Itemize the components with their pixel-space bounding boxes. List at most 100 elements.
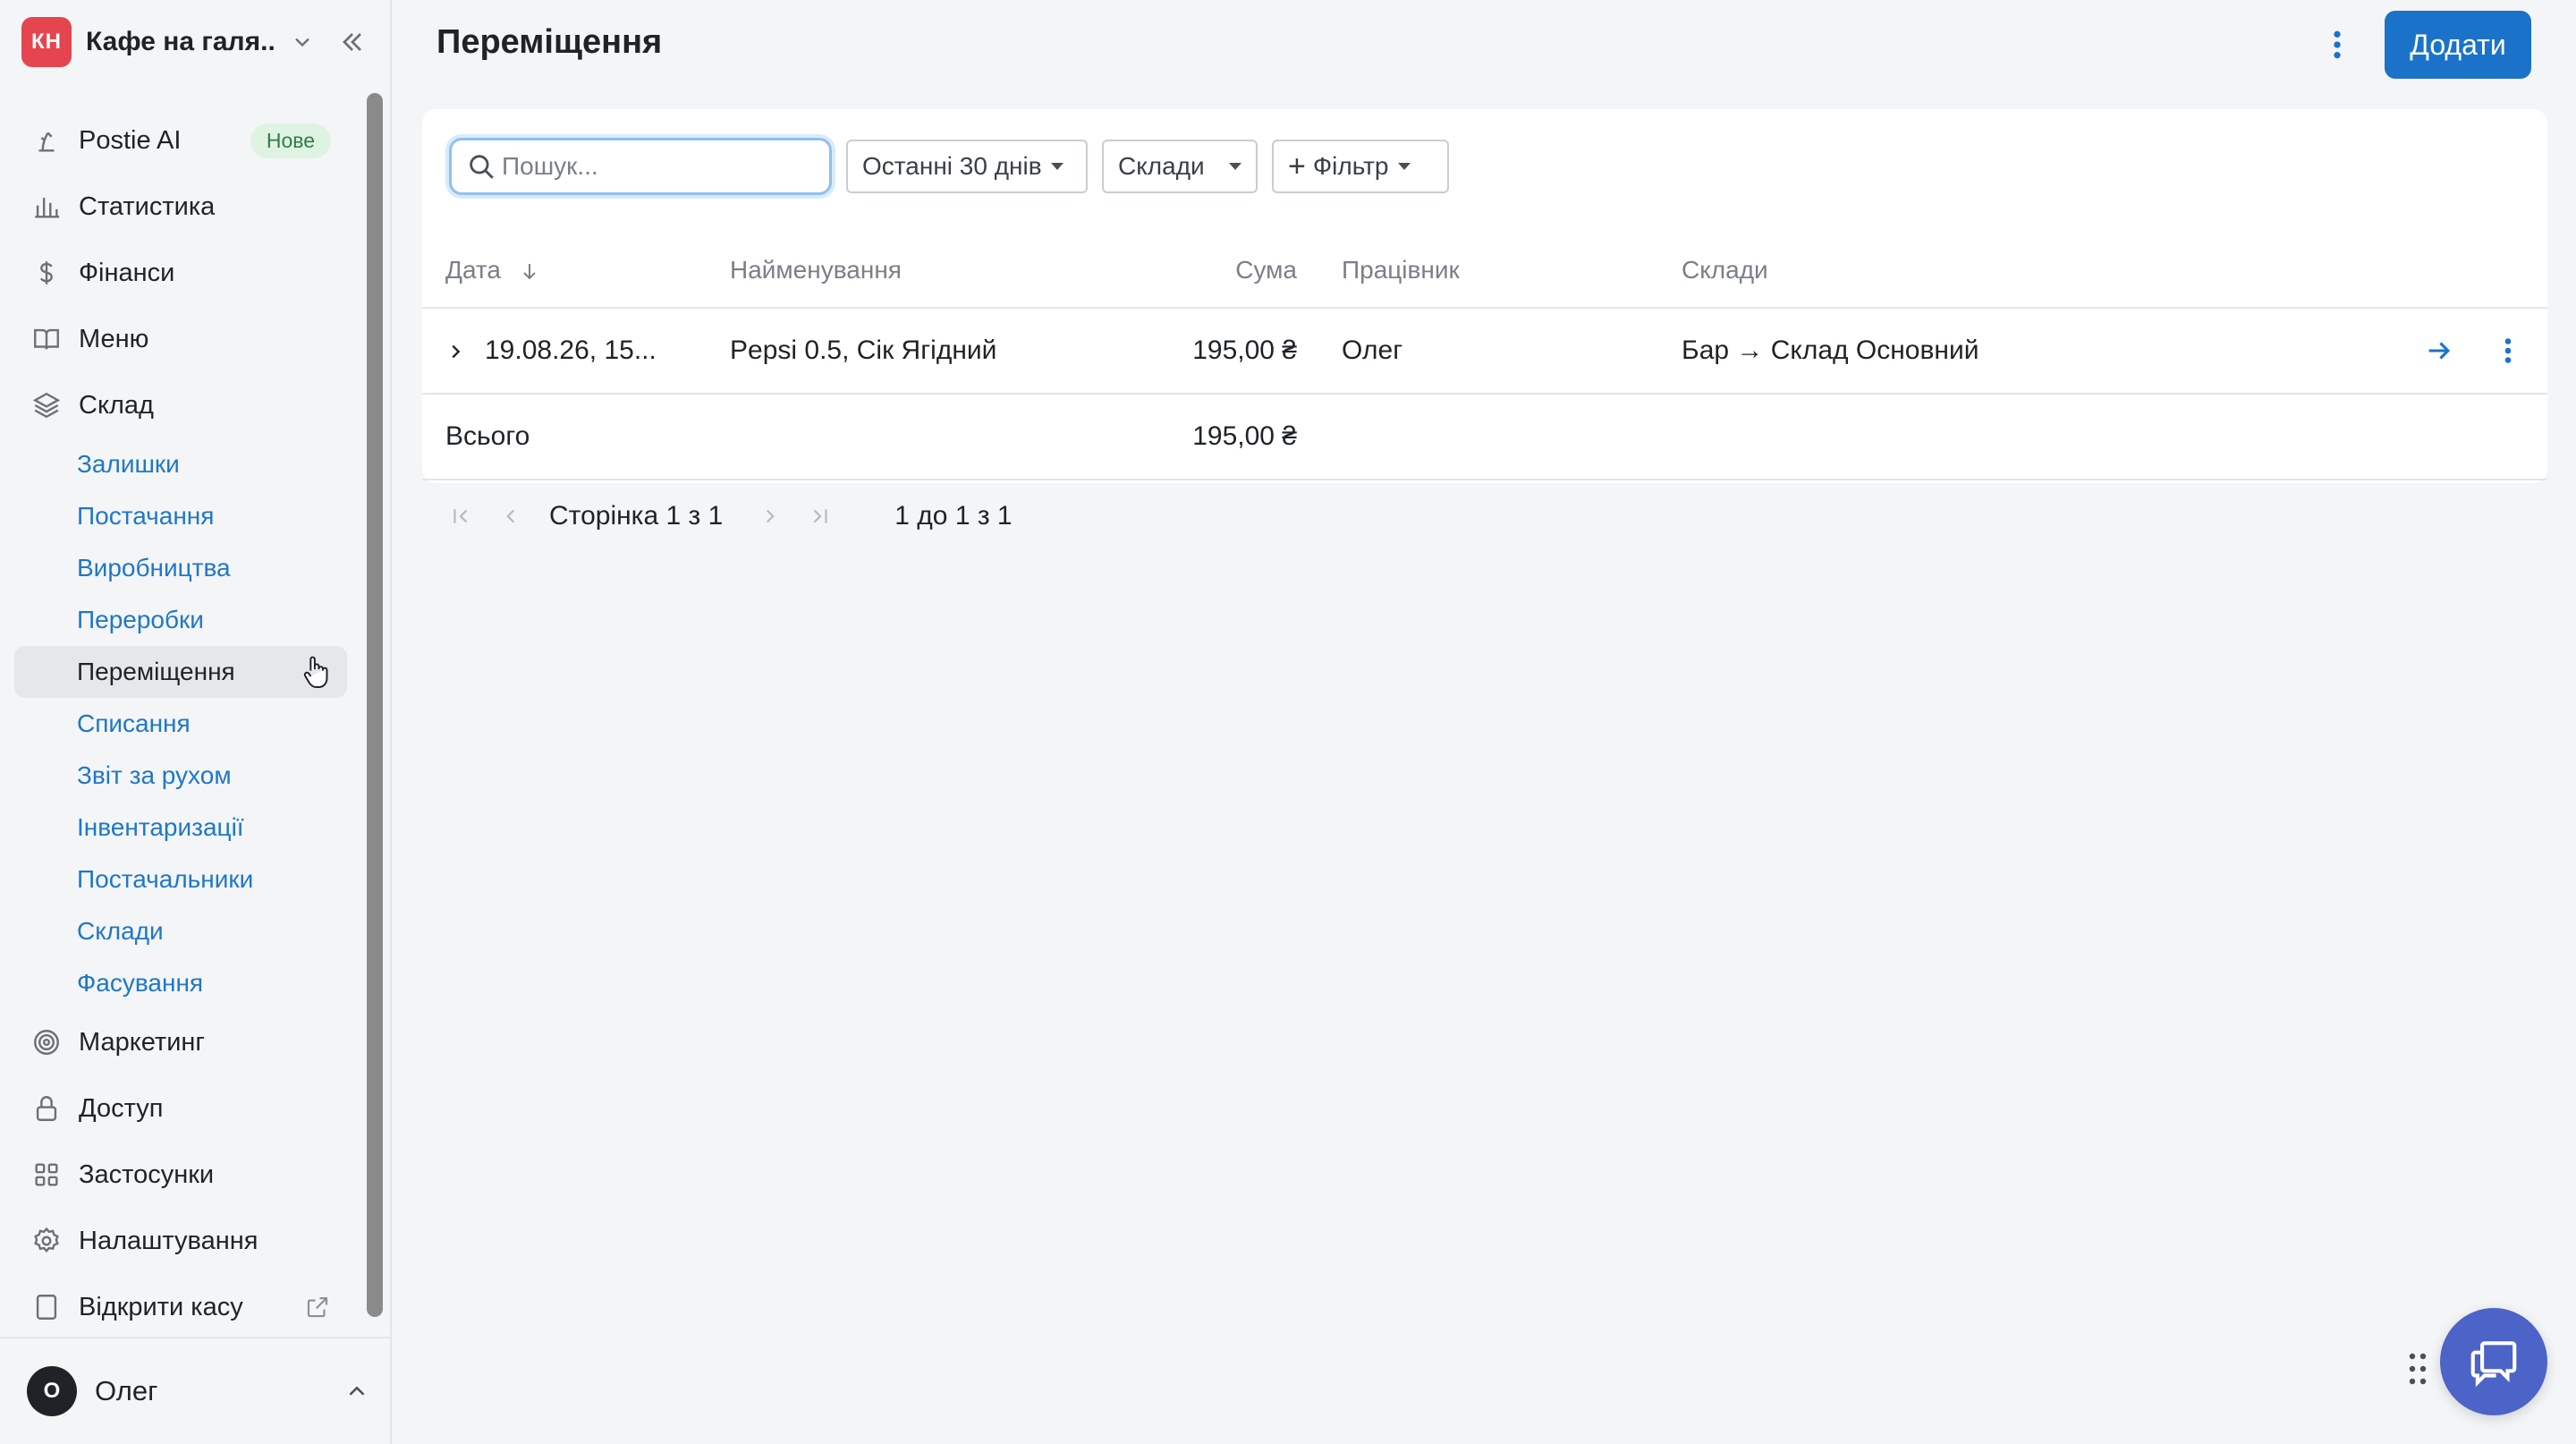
page-indicator: Сторінка 1 з 1 <box>549 501 724 531</box>
period-dropdown[interactable]: Останні 30 днів <box>846 140 1088 193</box>
search-box[interactable] <box>449 138 832 195</box>
cell-name: Pepsi 0.5, Сік Ягідний <box>730 308 1109 395</box>
sub-item-movement-report[interactable]: Звіт за рухом <box>14 750 347 802</box>
cell-actions <box>2182 308 2547 395</box>
column-header-date[interactable]: Дата <box>422 233 730 309</box>
prev-page-icon[interactable] <box>499 505 522 528</box>
venue-avatar: КН <box>21 17 72 67</box>
warehouses-label: Склади <box>1118 152 1205 180</box>
nav-item-finance[interactable]: Фінанси <box>14 240 347 306</box>
main-nav: Postie AI Нове Статистика Фінанси Меню С… <box>14 107 347 1340</box>
gear-icon <box>30 1225 63 1257</box>
empty-cell <box>2182 394 2547 480</box>
divider <box>0 1337 392 1338</box>
next-page-icon[interactable] <box>758 505 782 528</box>
transfers-card: Останні 30 днів Склади + Фільтр Дата Най… <box>422 109 2547 483</box>
sub-item-suppliers[interactable]: Постачальники <box>14 854 347 905</box>
column-header-name[interactable]: Найменування <box>730 233 1109 309</box>
sub-item-supplies[interactable]: Постачання <box>14 490 347 542</box>
period-label: Останні 30 днів <box>862 152 1042 180</box>
column-header-sum[interactable]: Сума <box>1109 233 1342 309</box>
pagination: Сторінка 1 з 1 1 до 1 з 1 <box>449 501 1013 531</box>
nav-item-apps[interactable]: Застосунки <box>14 1142 347 1208</box>
avatar: О <box>27 1366 77 1416</box>
sub-item-warehouses[interactable]: Склади <box>14 905 347 957</box>
first-page-icon[interactable] <box>449 505 472 528</box>
nav-label: Налаштування <box>79 1226 258 1255</box>
filter-dropdown[interactable]: + Фільтр <box>1272 140 1449 193</box>
layers-icon <box>30 389 63 421</box>
cell-warehouses: Бар → Склад Основний <box>1682 308 2182 395</box>
user-menu[interactable]: О Олег <box>27 1365 370 1417</box>
target-icon <box>30 1026 63 1058</box>
nav-item-postie-ai[interactable]: Postie AI Нове <box>14 107 347 174</box>
empty-cell <box>1682 394 2182 480</box>
table-header-row: Дата Найменування Сума Працівник Склади <box>422 233 2547 309</box>
cell-date: 19.08.26, 15... <box>422 308 730 395</box>
table-row[interactable]: 19.08.26, 15... Pepsi 0.5, Сік Ягідний 1… <box>422 308 2547 395</box>
sidebar-scrollbar[interactable] <box>367 93 383 1317</box>
nav-item-open-register[interactable]: Відкрити касу <box>14 1274 347 1340</box>
empty-cell <box>730 394 1109 480</box>
nav-item-statistics[interactable]: Статистика <box>14 174 347 240</box>
collapse-sidebar-icon[interactable] <box>336 26 369 58</box>
drag-handle-icon[interactable] <box>2406 1351 2429 1387</box>
nav-label: Маркетинг <box>79 1027 205 1057</box>
sort-down-icon <box>523 264 536 280</box>
sub-item-processing[interactable]: Переробки <box>14 594 347 646</box>
dollar-icon <box>30 257 63 289</box>
venue-name: Кафе на галя... <box>86 27 274 56</box>
search-icon <box>470 155 494 179</box>
bar-chart-icon <box>30 191 63 223</box>
sidebar: КН Кафе на галя... Postie AI Нове Статис… <box>0 0 392 1444</box>
cell-sum: 195,00 ₴ <box>1109 308 1342 395</box>
row-more-options-icon[interactable] <box>2496 335 2521 367</box>
add-button[interactable]: Додати <box>2385 11 2531 79</box>
sub-item-write-offs[interactable]: Списання <box>14 698 347 750</box>
chevron-up-icon <box>349 1386 365 1396</box>
filters-toolbar: Останні 30 днів Склади + Фільтр <box>449 138 1449 195</box>
new-badge: Нове <box>250 123 331 158</box>
chevron-right-icon[interactable] <box>445 342 465 361</box>
postie-icon <box>30 124 63 157</box>
hand-cursor-icon <box>303 656 328 688</box>
sub-item-transfers[interactable]: Переміщення <box>14 646 347 698</box>
total-sum: 195,00 ₴ <box>1109 394 1342 480</box>
sub-item-stock[interactable]: Залишки <box>14 438 347 490</box>
more-options-icon[interactable] <box>2324 27 2351 63</box>
total-row: Всього 195,00 ₴ <box>422 394 2547 480</box>
user-name: Олег <box>95 1375 158 1406</box>
book-icon <box>30 323 63 355</box>
nav-item-access[interactable]: Доступ <box>14 1075 347 1142</box>
nav-label: Статистика <box>79 191 216 221</box>
nav-item-marketing[interactable]: Маркетинг <box>14 1009 347 1075</box>
nav-label: Склад <box>79 390 154 420</box>
sub-item-packaging[interactable]: Фасування <box>14 957 347 1009</box>
column-header-employee[interactable]: Працівник <box>1342 233 1682 309</box>
arrow-right-icon[interactable] <box>2424 336 2454 366</box>
search-input[interactable] <box>502 152 824 181</box>
venue-switcher[interactable]: КН Кафе на галя... <box>21 16 379 68</box>
sub-item-label: Переміщення <box>77 658 235 685</box>
nav-item-settings[interactable]: Налаштування <box>14 1208 347 1274</box>
nav-label: Фінанси <box>79 258 175 287</box>
plus-icon: + <box>1288 149 1306 183</box>
nav-label: Меню <box>79 324 149 353</box>
nav-label: Відкрити касу <box>79 1292 243 1321</box>
nav-label: Postie AI <box>79 125 182 155</box>
range-indicator: 1 до 1 з 1 <box>894 501 1013 531</box>
sub-item-inventories[interactable]: Інвентаризації <box>14 802 347 854</box>
nav-item-menu[interactable]: Меню <box>14 306 347 372</box>
column-label: Дата <box>445 255 502 284</box>
column-header-actions <box>2182 233 2547 309</box>
filter-label: Фільтр <box>1312 152 1389 180</box>
support-chat-button[interactable] <box>2440 1308 2547 1415</box>
date-value: 19.08.26, 15... <box>485 336 657 365</box>
caret-down-icon <box>1397 163 1411 170</box>
column-header-warehouses[interactable]: Склади <box>1682 233 2182 309</box>
last-page-icon[interactable] <box>809 505 832 528</box>
transfers-table: Дата Найменування Сума Працівник Склади … <box>422 233 2547 480</box>
warehouses-dropdown[interactable]: Склади <box>1102 140 1258 193</box>
sub-item-productions[interactable]: Виробництва <box>14 542 347 594</box>
nav-item-warehouse[interactable]: Склад <box>14 372 347 438</box>
